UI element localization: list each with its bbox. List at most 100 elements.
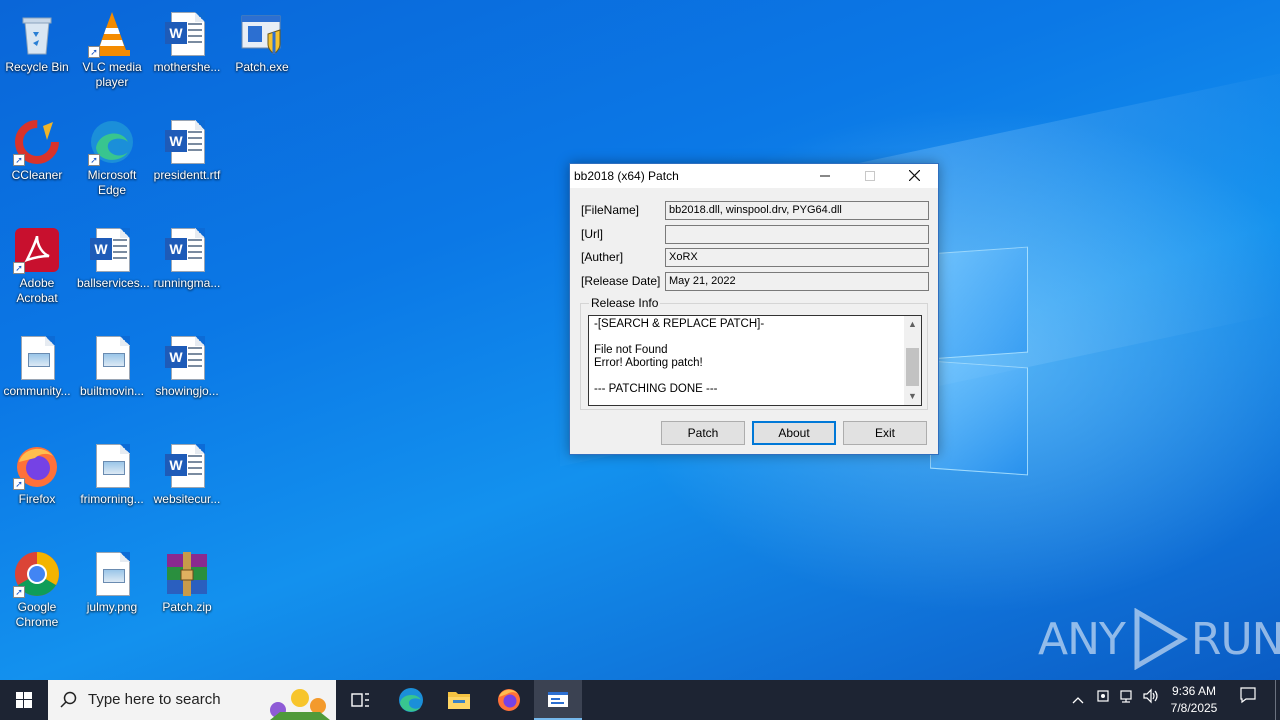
maximize-icon [864,171,875,181]
search-placeholder: Type here to search [88,691,221,708]
desktop-icon-julmy[interactable]: julmy.png [75,544,149,615]
window-title: bb2018 (x64) Patch [574,169,679,183]
tray-volume-button[interactable] [1140,680,1162,720]
url-label: [Url] [581,227,603,241]
desktop-icon-vlc[interactable]: ➚ VLC media player [75,4,149,90]
chevron-up-icon [1072,697,1084,704]
edge-icon [399,688,423,712]
winrar-archive-icon [163,550,211,598]
taskbar-file-explorer[interactable] [435,680,483,720]
window-titlebar[interactable]: bb2018 (x64) Patch [570,164,938,188]
watermark-text-right: RUN [1190,613,1280,665]
desktop-icon-google-chrome[interactable]: ➚ Google Chrome [0,544,74,630]
release-info-label: Release Info [589,296,661,310]
close-icon [908,169,921,182]
author-field[interactable]: XoRX [665,248,929,267]
shortcut-arrow-icon: ➚ [13,262,25,274]
minimize-icon [819,175,830,177]
word-document-icon: W [88,226,136,274]
word-document-icon: W [163,10,211,58]
desktop-icon-ballservices[interactable]: W ballservices... [75,220,150,291]
exit-button[interactable]: Exit [843,421,927,445]
taskbar-clock[interactable]: 9:36 AM 7/8/2025 [1162,683,1226,717]
release-date-field[interactable]: May 21, 2022 [665,272,929,291]
about-button[interactable]: About [752,421,836,445]
release-date-label: [Release Date] [581,274,661,288]
chrome-icon: ➚ [13,550,61,598]
firefox-icon: ➚ [13,442,61,490]
desktop: Recycle Bin ➚ CCleaner ➚ Adobe Acrobat c… [0,0,1280,680]
desktop-icon-showingjo[interactable]: W showingjo... [150,328,224,399]
taskbar: Type here to search 9:36 AM 7/8/2025 [0,680,1280,720]
image-file-icon [88,442,136,490]
minimize-button[interactable] [802,164,847,188]
clock-time: 9:36 AM [1171,684,1217,698]
action-center-button[interactable] [1230,680,1266,720]
desktop-icon-community[interactable]: community... [0,328,74,399]
task-view-button[interactable] [336,680,384,720]
installer-shield-icon [238,10,286,58]
image-file-icon [13,334,61,382]
search-flowers-decoration-icon [270,689,330,720]
desktop-icon-microsoft-edge[interactable]: ➚ Microsoft Edge [75,112,149,198]
desktop-icon-websitecur[interactable]: W websitecur... [150,436,224,507]
windows-start-icon [16,692,32,708]
tray-network-button[interactable] [1116,680,1138,720]
notification-icon [1240,687,1256,704]
watermark-text-left: ANY [1038,613,1126,665]
taskbar-search-box[interactable]: Type here to search [48,680,336,720]
taskbar-edge[interactable] [387,680,435,720]
clock-date: 7/8/2025 [1170,701,1218,715]
scroll-up-arrow-icon[interactable]: ▲ [904,316,921,333]
patch-window[interactable]: bb2018 (x64) Patch [FileName] bb2018.dll… [569,163,939,455]
folder-icon [448,692,470,709]
device-icon [1097,690,1109,702]
taskbar-firefox[interactable] [485,680,533,720]
release-info-textbox[interactable]: -[SEARCH & REPLACE PATCH]- File not Foun… [588,315,922,406]
word-document-icon: W [163,442,211,490]
release-info-group: Release Info -[SEARCH & REPLACE PATCH]- … [580,296,928,410]
image-file-icon [88,334,136,382]
shortcut-arrow-icon: ➚ [88,154,100,166]
desktop-icon-builtmovin[interactable]: builtmovin... [75,328,149,399]
desktop-icon-patch-exe[interactable]: Patch.exe [225,4,299,75]
patch-button[interactable]: Patch [661,421,745,445]
author-label: [Auther] [581,250,624,264]
vlc-cone-icon: ➚ [88,10,136,58]
shortcut-arrow-icon: ➚ [88,46,100,58]
vertical-scrollbar[interactable]: ▲ ▼ [904,316,921,405]
shortcut-arrow-icon: ➚ [13,478,25,490]
filename-label: [FileName] [581,203,640,217]
firefox-icon [498,689,520,711]
desktop-icon-recycle-bin[interactable]: Recycle Bin [0,4,74,75]
desktop-icon-adobe-acrobat[interactable]: ➚ Adobe Acrobat [0,220,74,306]
search-icon [60,691,77,708]
desktop-icon-firefox[interactable]: ➚ Firefox [0,436,74,507]
tray-device-button[interactable] [1092,680,1114,720]
url-field[interactable] [665,225,929,244]
scroll-down-arrow-icon[interactable]: ▼ [904,388,921,405]
filename-field[interactable]: bb2018.dll, winspool.drv, PYG64.dll [665,201,929,220]
desktop-icon-runningma[interactable]: W runningma... [150,220,224,291]
edge-icon: ➚ [88,118,136,166]
volume-icon [1143,688,1158,704]
desktop-icon-presidentt[interactable]: W presidentt.rtf [150,112,224,183]
watermark-play-icon [1134,608,1188,670]
desktop-icon-mothershe[interactable]: W mothershe... [150,4,224,75]
desktop-icon-patch-zip[interactable]: Patch.zip [150,544,224,615]
maximize-button [847,164,892,188]
start-button[interactable] [0,680,48,720]
word-document-icon: W [163,334,211,382]
adobe-acrobat-icon: ➚ [13,226,61,274]
desktop-icon-frimorning[interactable]: frimorning... [75,436,149,507]
taskbar-patch-window[interactable] [534,680,582,720]
show-hidden-icons-button[interactable] [1068,680,1088,720]
scroll-thumb[interactable] [906,348,919,386]
desktop-icon-ccleaner[interactable]: ➚ CCleaner [0,112,74,183]
task-view-icon [351,693,369,707]
close-button[interactable] [892,164,937,188]
release-info-text: -[SEARCH & REPLACE PATCH]- File not Foun… [594,318,765,395]
show-desktop-divider[interactable] [1275,680,1276,720]
anyrun-watermark: ANY RUN [1038,608,1280,670]
image-file-icon [88,550,136,598]
